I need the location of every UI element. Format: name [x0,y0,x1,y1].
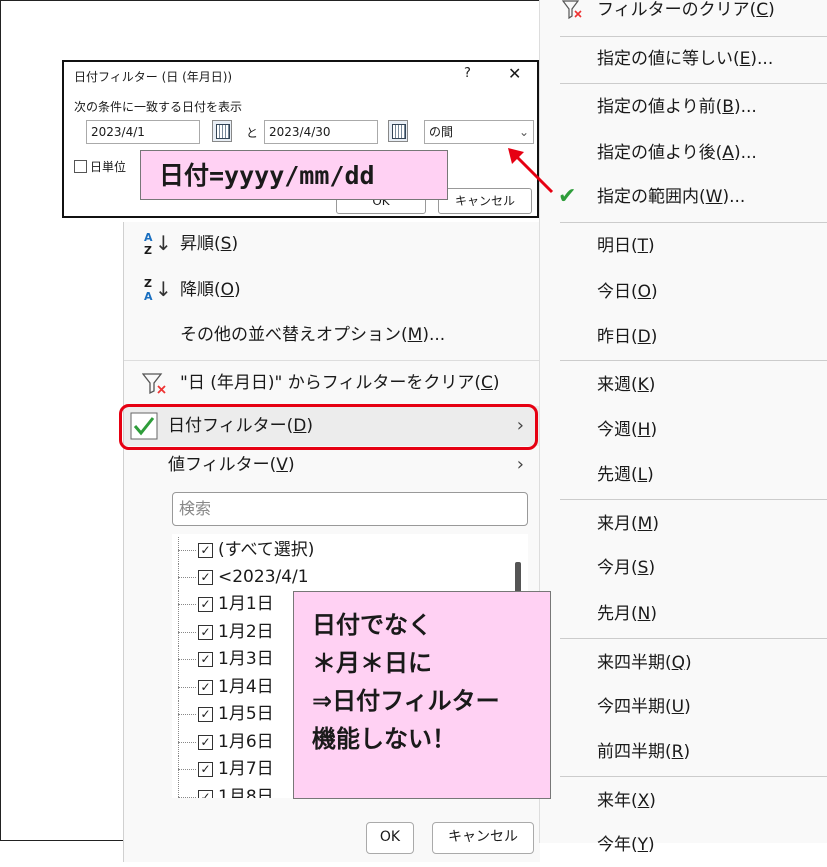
sort-ascending-item[interactable]: A Z ↓ 昇順(S) [124,224,540,264]
submenu-item-after[interactable]: 指定の値より後(A)... [540,131,827,175]
tree-line [178,550,196,551]
checkbox[interactable]: ✓ [198,680,213,695]
day-unit-checkbox[interactable]: 日単位 [74,158,126,175]
cancel-button[interactable]: キャンセル [432,822,534,854]
tree-line [178,632,196,633]
submenu-item-equals[interactable]: 指定の値に等しい(E)... [540,37,827,81]
checkbox[interactable]: ✓ [198,762,213,777]
sort-descending-item[interactable]: Z A ↓ 降順(O) [124,270,540,310]
to-date-input[interactable]: 2023/4/30 [264,120,378,144]
checkbox[interactable]: ✓ [198,570,213,585]
submenu-item-between[interactable]: ✔ 指定の範囲内(W)... [540,175,827,219]
menu-separator [560,499,827,500]
callout-line: 機能しない！ [312,725,456,753]
tree-line [178,687,196,688]
callout-arrow [508,148,554,194]
checkbox[interactable]: ✓ [198,652,213,667]
date-filter-submenu: フィルターのクリア(C) 指定の値に等しい(E)... 指定の値より前(B)..… [539,0,827,855]
callout-line: 日付でなく [312,611,432,639]
calendar-icon[interactable] [212,120,232,142]
callout-line: ⇒日付フィルター [312,687,500,715]
tree-line [178,784,179,798]
tree-line [178,714,196,715]
menu-separator [560,776,827,777]
search-input[interactable]: 検索 [172,492,528,526]
menu-separator [560,83,827,84]
checkbox[interactable]: ✓ [198,597,213,612]
submenu-item-next-year[interactable]: 来年(X) [540,779,827,823]
help-button[interactable]: ? [464,66,471,81]
checkbox[interactable]: ✓ [198,790,213,798]
tree-line [178,604,196,605]
submenu-item-this-year[interactable]: 今年(Y) [540,823,827,867]
submenu-item-this-week[interactable]: 今週(H) [540,408,827,452]
tree-line [178,797,196,798]
submenu-item-last-week[interactable]: 先週(L) [540,453,827,497]
menu-separator [124,360,540,361]
checkbox[interactable]: ✓ [198,625,213,640]
date-filter-highlight [119,404,538,450]
submenu-item-next-quarter[interactable]: 来四半期(Q) [540,641,827,685]
submenu-item-yesterday[interactable]: 昨日(D) [540,315,827,359]
callout-date-format: 日付=yyyy/mm/dd [140,150,448,200]
sort-desc-icon: Z A ↓ [144,277,172,303]
submenu-item-next-week[interactable]: 来週(K) [540,363,827,407]
checkmark-icon: ✔ [558,184,577,209]
submenu-item-clear-filter[interactable]: フィルターのクリア(C) [540,0,827,32]
submenu-item-today[interactable]: 今日(O) [540,270,827,314]
condition-label: 次の条件に一致する日付を表示 [74,100,243,114]
clear-filter-item[interactable]: "日 (年月日)" からフィルターをクリア(C) [124,363,540,403]
submenu-item-this-quarter[interactable]: 今四半期(U) [540,685,827,729]
tree-line [178,577,196,578]
submenu-item-next-month[interactable]: 来月(M) [540,502,827,546]
clear-filter-icon [561,0,584,38]
value-filter-item[interactable]: 値フィルター(V) › [124,445,540,485]
submenu-item-last-month[interactable]: 先月(N) [540,592,827,636]
scrollbar-thumb[interactable] [515,562,521,594]
tree-line [178,769,196,770]
from-date-input[interactable]: 2023/4/1 [86,120,200,144]
ok-button[interactable]: OK [366,822,414,854]
submenu-item-this-month[interactable]: 今月(S) [540,546,827,590]
dialog-title: 日付フィルター (日 (年月日)) [74,70,233,84]
sort-asc-icon: A Z ↓ [144,231,172,257]
checkbox[interactable]: ✓ [198,707,213,722]
callout-line: ＊月＊日に [312,649,432,677]
more-sort-options-item[interactable]: その他の並べ替えオプション(M)... [124,315,540,355]
menu-separator [560,222,827,223]
submenu-item-last-quarter[interactable]: 前四半期(R) [540,730,827,774]
submenu-item-tomorrow[interactable]: 明日(T) [540,224,827,268]
callout-warning: 日付でなく ＊月＊日に ⇒日付フィルター 機能しない！ [293,591,551,799]
calendar-icon[interactable] [388,120,408,142]
to-label: と [246,126,259,140]
tree-line [178,742,196,743]
menu-separator [560,360,827,361]
tree-line [178,659,196,660]
close-icon[interactable]: ✕ [508,64,521,83]
chevron-right-icon: › [516,454,524,475]
menu-separator [560,638,827,639]
checkbox[interactable]: ✓ [198,543,213,558]
checkbox[interactable]: ✓ [198,735,213,750]
submenu-item-before[interactable]: 指定の値より前(B)... [540,85,827,129]
